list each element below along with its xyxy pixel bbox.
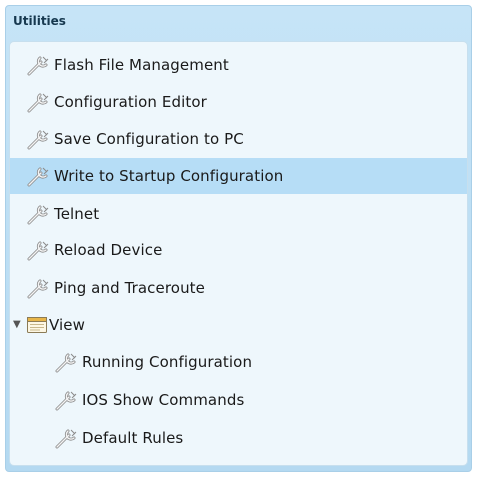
triangle-down-icon[interactable]: ▼ <box>13 320 23 330</box>
menu-item-write-to-startup-configuration[interactable]: Write to Startup Configuration <box>10 158 467 194</box>
menu-item-label: Telnet <box>54 205 100 223</box>
menu-item-label: Running Configuration <box>82 353 253 371</box>
tree-node-label: View <box>49 316 85 334</box>
panel-title: Utilities <box>13 14 66 28</box>
tree-node-view[interactable]: ▼ View <box>10 307 467 343</box>
wrench-icon <box>26 128 52 150</box>
menu-item-default-rules[interactable]: Default Rules <box>10 420 467 456</box>
utilities-panel: Utilities Flash File Management Configur… <box>5 5 472 472</box>
wrench-icon <box>26 91 52 113</box>
wrench-icon <box>26 277 52 299</box>
wrench-icon <box>54 389 80 411</box>
menu-item-label: Configuration Editor <box>54 93 207 111</box>
wrench-icon <box>26 165 52 187</box>
folder-window-icon <box>27 317 47 333</box>
wrench-icon <box>26 54 52 76</box>
wrench-icon <box>54 427 80 449</box>
menu-item-ios-show-commands[interactable]: IOS Show Commands <box>10 382 467 418</box>
wrench-icon <box>26 203 52 225</box>
menu-item-label: Reload Device <box>54 241 163 259</box>
menu-item-configuration-editor[interactable]: Configuration Editor <box>10 84 467 120</box>
wrench-icon <box>54 351 80 373</box>
wrench-icon <box>26 239 52 261</box>
menu-item-telnet[interactable]: Telnet <box>10 196 467 232</box>
menu-item-label: Default Rules <box>82 429 184 447</box>
menu-item-label: IOS Show Commands <box>82 391 245 409</box>
menu-item-label: Write to Startup Configuration <box>54 167 284 185</box>
menu-item-running-configuration[interactable]: Running Configuration <box>10 344 467 380</box>
menu-item-label: Save Configuration to PC <box>54 130 244 148</box>
menu-item-label: Flash File Management <box>54 56 229 74</box>
utilities-list: Flash File Management Configuration Edit… <box>9 41 468 466</box>
menu-item-reload-device[interactable]: Reload Device <box>10 232 467 268</box>
menu-item-label: Ping and Traceroute <box>54 279 205 297</box>
menu-item-flash-file-management[interactable]: Flash File Management <box>10 47 467 83</box>
menu-item-save-configuration-to-pc[interactable]: Save Configuration to PC <box>10 121 467 157</box>
menu-item-ping-and-traceroute[interactable]: Ping and Traceroute <box>10 270 467 306</box>
